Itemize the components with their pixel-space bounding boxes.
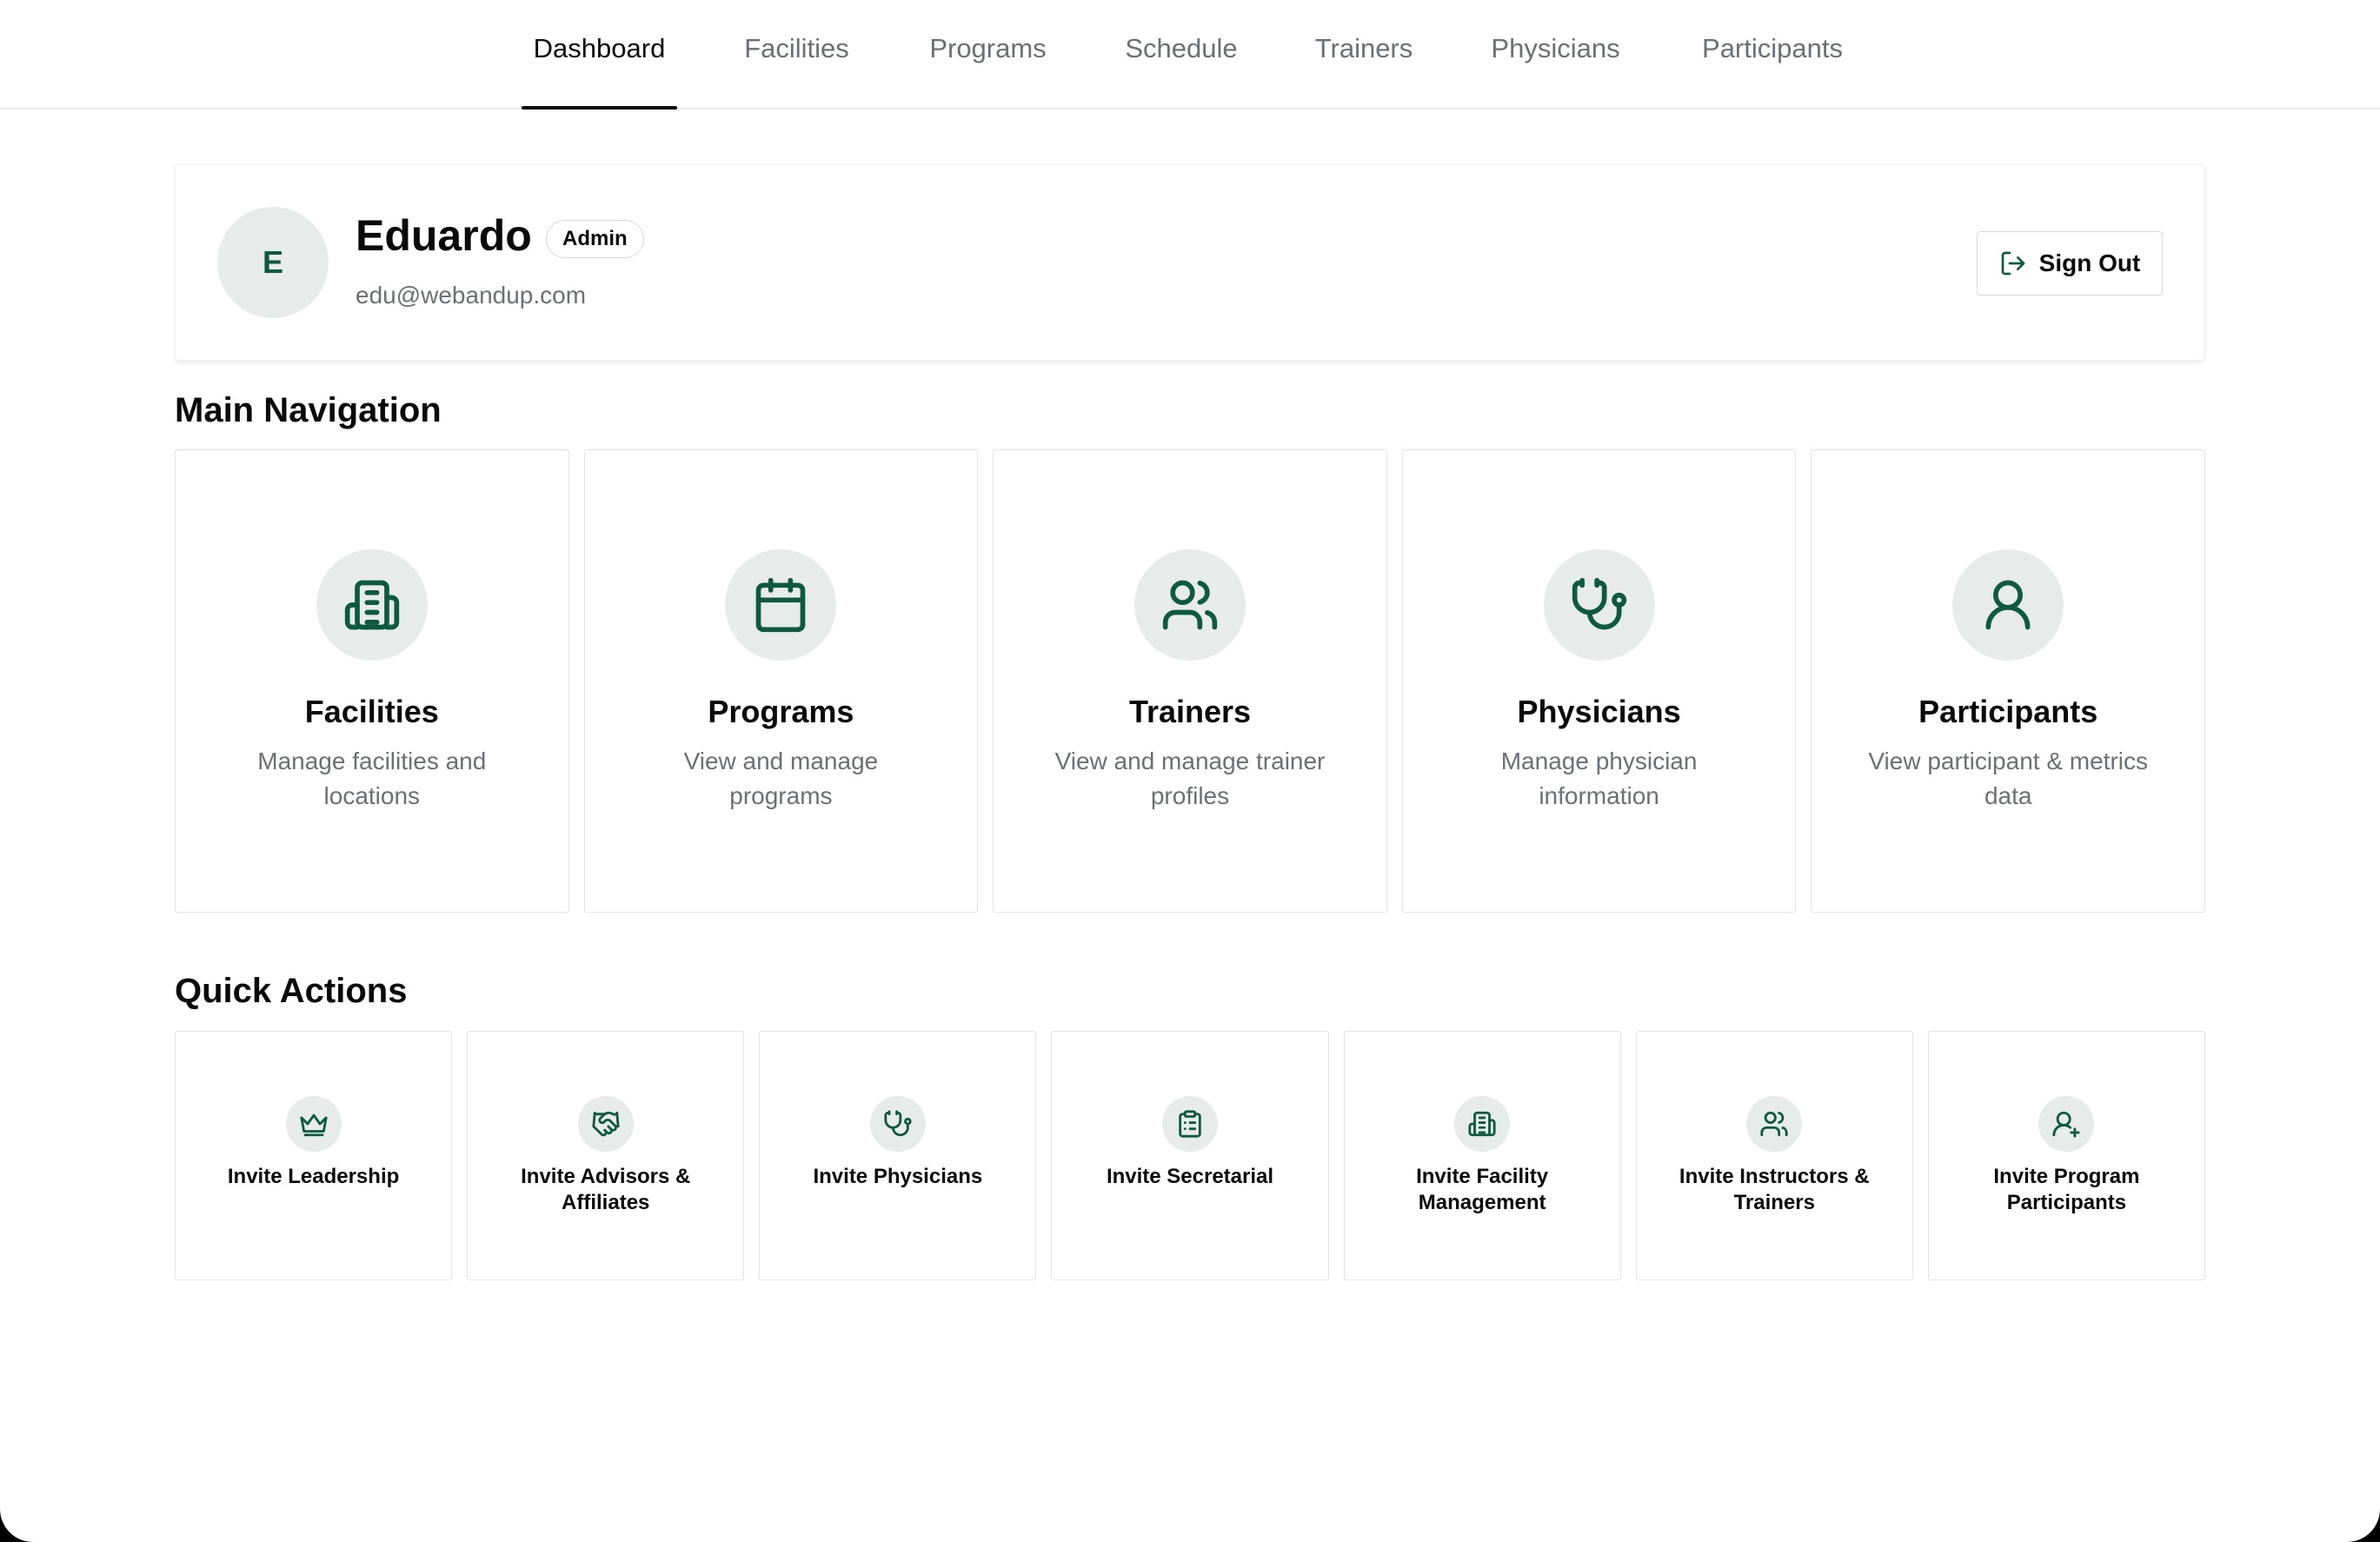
avatar: E — [217, 207, 329, 318]
nav-card-programs[interactable]: Programs View and manage programs — [583, 449, 979, 913]
nav-card-physicians[interactable]: Physicians Manage physician information — [1401, 449, 1797, 913]
nav-card-title: Trainers — [1128, 694, 1252, 729]
quick-actions-title: Quick Actions — [175, 972, 408, 1010]
sign-out-label: Sign Out — [2038, 249, 2141, 276]
tab-schedule[interactable]: Schedule — [1116, 0, 1247, 108]
tab-programs[interactable]: Programs — [921, 0, 1055, 108]
handshake-icon — [592, 1111, 620, 1137]
sign-out-button[interactable]: Sign Out — [1977, 231, 2163, 296]
quick-action-label: Invite Facility Management — [1416, 1165, 1549, 1214]
quick-action-label: Invite Program Participants — [1993, 1165, 2140, 1214]
role-badge: Admin — [546, 220, 644, 258]
app-window: Dashboard Facilities Programs Schedule T… — [0, 0, 2380, 1542]
building-icon — [1468, 1111, 1496, 1137]
tab-physicians[interactable]: Physicians — [1479, 0, 1632, 108]
top-navigation: Dashboard Facilities Programs Schedule T… — [0, 0, 2380, 110]
nav-card-participants[interactable]: Participants View participant & metrics … — [1811, 449, 2205, 913]
user-plus-icon — [2052, 1111, 2080, 1138]
log-out-icon — [2001, 251, 2025, 276]
nav-card-description: Manage physician information — [1500, 748, 1698, 809]
quick-action-label: Invite Secretarial — [1106, 1165, 1274, 1188]
building-icon — [344, 580, 399, 630]
invite-leadership-button[interactable]: Invite Leadership — [175, 1031, 453, 1280]
profile-card: E Eduardo Admin edu@webandup.com Sign Ou… — [175, 164, 2205, 361]
nav-card-description: Manage facilities and locations — [257, 748, 487, 809]
crown-icon — [299, 1113, 328, 1137]
users-icon — [1760, 1111, 1788, 1137]
quick-action-label: Invite Advisors & Affiliates — [521, 1165, 691, 1214]
nav-card-description: View and manage trainer profiles — [1054, 748, 1326, 809]
invite-advisors-button[interactable]: Invite Advisors & Affiliates — [467, 1031, 745, 1280]
main-navigation-grid: Facilities Manage facilities and locatio… — [175, 449, 2205, 913]
nav-card-title: Facilities — [304, 694, 439, 729]
nav-card-title: Programs — [708, 694, 854, 729]
tab-participants[interactable]: Participants — [1690, 0, 1855, 108]
nav-card-trainers[interactable]: Trainers View and manage trainer profile… — [993, 449, 1387, 913]
users-icon — [1162, 580, 1218, 630]
nav-card-title: Participants — [1918, 694, 2098, 729]
tab-facilities[interactable]: Facilities — [733, 0, 861, 108]
quick-actions-grid: Invite Leadership Invite Advisors & Affi… — [175, 1031, 2205, 1280]
quick-action-label: Invite Instructors & Trainers — [1679, 1165, 1870, 1214]
invite-physicians-button[interactable]: Invite Physicians — [759, 1031, 1037, 1280]
profile-name: Eduardo — [356, 211, 532, 260]
stethoscope-icon — [1572, 577, 1626, 630]
clipboard-icon — [1179, 1110, 1201, 1138]
nav-card-facilities[interactable]: Facilities Manage facilities and locatio… — [175, 449, 569, 913]
stethoscope-icon — [884, 1110, 912, 1137]
nav-card-description: View and manage programs — [683, 748, 879, 809]
tab-dashboard[interactable]: Dashboard — [522, 0, 677, 110]
invite-facility-management-button[interactable]: Invite Facility Management — [1343, 1031, 1621, 1280]
invite-secretarial-button[interactable]: Invite Secretarial — [1051, 1031, 1329, 1280]
user-icon — [1985, 580, 2031, 630]
main-navigation-title: Main Navigation — [175, 391, 442, 429]
quick-action-label: Invite Physicians — [813, 1165, 983, 1188]
invite-instructors-button[interactable]: Invite Instructors & Trainers — [1635, 1031, 1913, 1280]
quick-action-label: Invite Leadership — [227, 1165, 400, 1188]
nav-card-description: View participant & metrics data — [1868, 748, 2148, 809]
profile-email: edu@webandup.com — [356, 282, 587, 309]
invite-program-participants-button[interactable]: Invite Program Participants — [1927, 1031, 2205, 1280]
tab-trainers[interactable]: Trainers — [1307, 0, 1420, 108]
nav-card-title: Physicians — [1517, 694, 1681, 729]
calendar-icon — [756, 577, 806, 633]
